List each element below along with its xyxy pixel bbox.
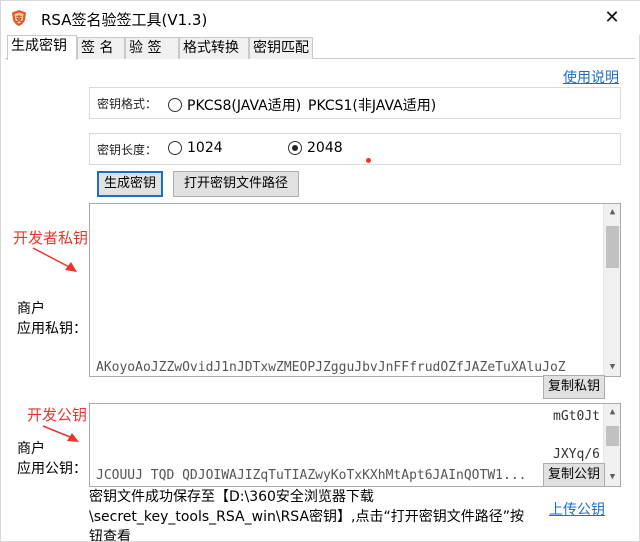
key-length-label: 密钥长度： — [97, 141, 158, 158]
private-key-label-line1: 商户 — [17, 301, 45, 317]
annotation-dev-public-key: 开发公钥 — [27, 406, 88, 424]
close-button[interactable]: ✕ — [597, 5, 627, 31]
public-key-label: 商户 应用公钥： — [17, 439, 87, 479]
private-key-visible-text: AKoyoAoJZZwOvidJ1nJDTxwZMEOPJZgguJbvJnFF… — [96, 360, 566, 374]
scroll-thumb[interactable] — [606, 226, 619, 268]
public-key-bottom-line: JCOUUJ TQD QDJOIWAJIZqTuTIAZwyKoTxKXhMtA… — [96, 468, 527, 482]
status-message: 密钥文件成功保存至【D:\360安全浏览器下载 \secret_key_tool… — [89, 487, 529, 541]
status-line-1: 密钥文件成功保存至【D:\360安全浏览器下载 — [89, 489, 374, 505]
radio-1024[interactable]: 1024 — [168, 140, 223, 156]
generate-key-button[interactable]: 生成密钥 — [97, 171, 163, 197]
annotation-arrow-icon — [32, 247, 77, 272]
public-key-label-line1: 商户 — [17, 441, 45, 457]
public-key-textarea[interactable]: mGt0Jt JXYq/6 JCOUUJ TQD QDJOIWAJIZqTuTI… — [89, 403, 621, 487]
copy-public-key-button[interactable]: 复制公钥 — [543, 463, 605, 487]
status-line-2: \secret_key_tools_RSA_win\RSA密钥】,点击“打开密钥… — [89, 509, 524, 525]
status-line-3: 钮查看 — [89, 529, 131, 541]
tab-verify[interactable]: 验 签 — [125, 37, 179, 59]
open-key-path-button[interactable]: 打开密钥文件路径 — [173, 171, 299, 197]
radio-pkcs1-label: PKCS1(非JAVA适用) — [308, 98, 437, 114]
help-link[interactable]: 使用说明 — [563, 67, 619, 87]
scroll-thumb[interactable] — [606, 426, 619, 446]
radio-2048[interactable]: 2048 — [288, 140, 343, 156]
key-format-label: 密钥格式： — [97, 95, 158, 112]
private-key-label-line2: 应用私钥： — [17, 321, 87, 337]
private-key-label: 商户 应用私钥： — [17, 299, 87, 339]
scroll-down-icon[interactable]: ▼ — [604, 469, 620, 486]
radio-pkcs8-label: PKCS8(JAVA适用) — [187, 98, 302, 114]
title-bar: 支 RSA签名验签工具(V1.3) ✕ — [1, 1, 640, 35]
radio-pkcs8[interactable]: PKCS8(JAVA适用) — [168, 95, 301, 115]
scroll-up-icon[interactable]: ▲ — [604, 404, 620, 421]
app-window: 支 RSA签名验签工具(V1.3) ✕ 生成密钥 签 名 验 签 格式转换 密钥… — [0, 0, 640, 542]
radio-1024-label: 1024 — [187, 140, 223, 156]
tab-strip: 生成密钥 签 名 验 签 格式转换 密钥匹配 — [5, 35, 635, 60]
radio-pkcs8-circle[interactable] — [168, 98, 182, 112]
red-dot-marker — [366, 158, 371, 163]
radio-pkcs1[interactable]: PKCS1(非JAVA适用) — [308, 95, 436, 115]
public-key-scrollbar[interactable]: ▲ ▼ — [603, 404, 620, 486]
copy-private-key-button[interactable]: 复制私钥 — [543, 375, 605, 399]
radio-2048-label: 2048 — [307, 140, 343, 156]
private-key-textarea[interactable]: AKoyoAoJZZwOvidJ1nJDTxwZMEOPJZgguJbvJnFF… — [89, 203, 621, 377]
public-key-fragment-2: JXYq/6 — [553, 447, 600, 462]
tab-generate-key[interactable]: 生成密钥 — [7, 35, 77, 60]
window-title: RSA签名验签工具(V1.3) — [41, 11, 208, 29]
public-key-fragment-1: mGt0Jt — [553, 409, 600, 424]
tab-format-convert[interactable]: 格式转换 — [179, 37, 249, 59]
scroll-up-icon[interactable]: ▲ — [604, 204, 620, 221]
scroll-down-icon[interactable]: ▼ — [604, 359, 620, 376]
upload-public-key-link[interactable]: 上传公钥 — [549, 499, 605, 519]
close-icon: ✕ — [604, 7, 620, 28]
tab-key-match[interactable]: 密钥匹配 — [249, 37, 313, 59]
private-key-scrollbar[interactable]: ▲ ▼ — [603, 204, 620, 376]
public-key-label-line2: 应用公钥： — [17, 461, 87, 477]
svg-text:支: 支 — [15, 14, 24, 23]
radio-2048-circle[interactable] — [288, 141, 302, 155]
tab-sign[interactable]: 签 名 — [77, 37, 125, 59]
radio-1024-circle[interactable] — [168, 141, 182, 155]
shield-logo-icon: 支 — [10, 9, 28, 27]
